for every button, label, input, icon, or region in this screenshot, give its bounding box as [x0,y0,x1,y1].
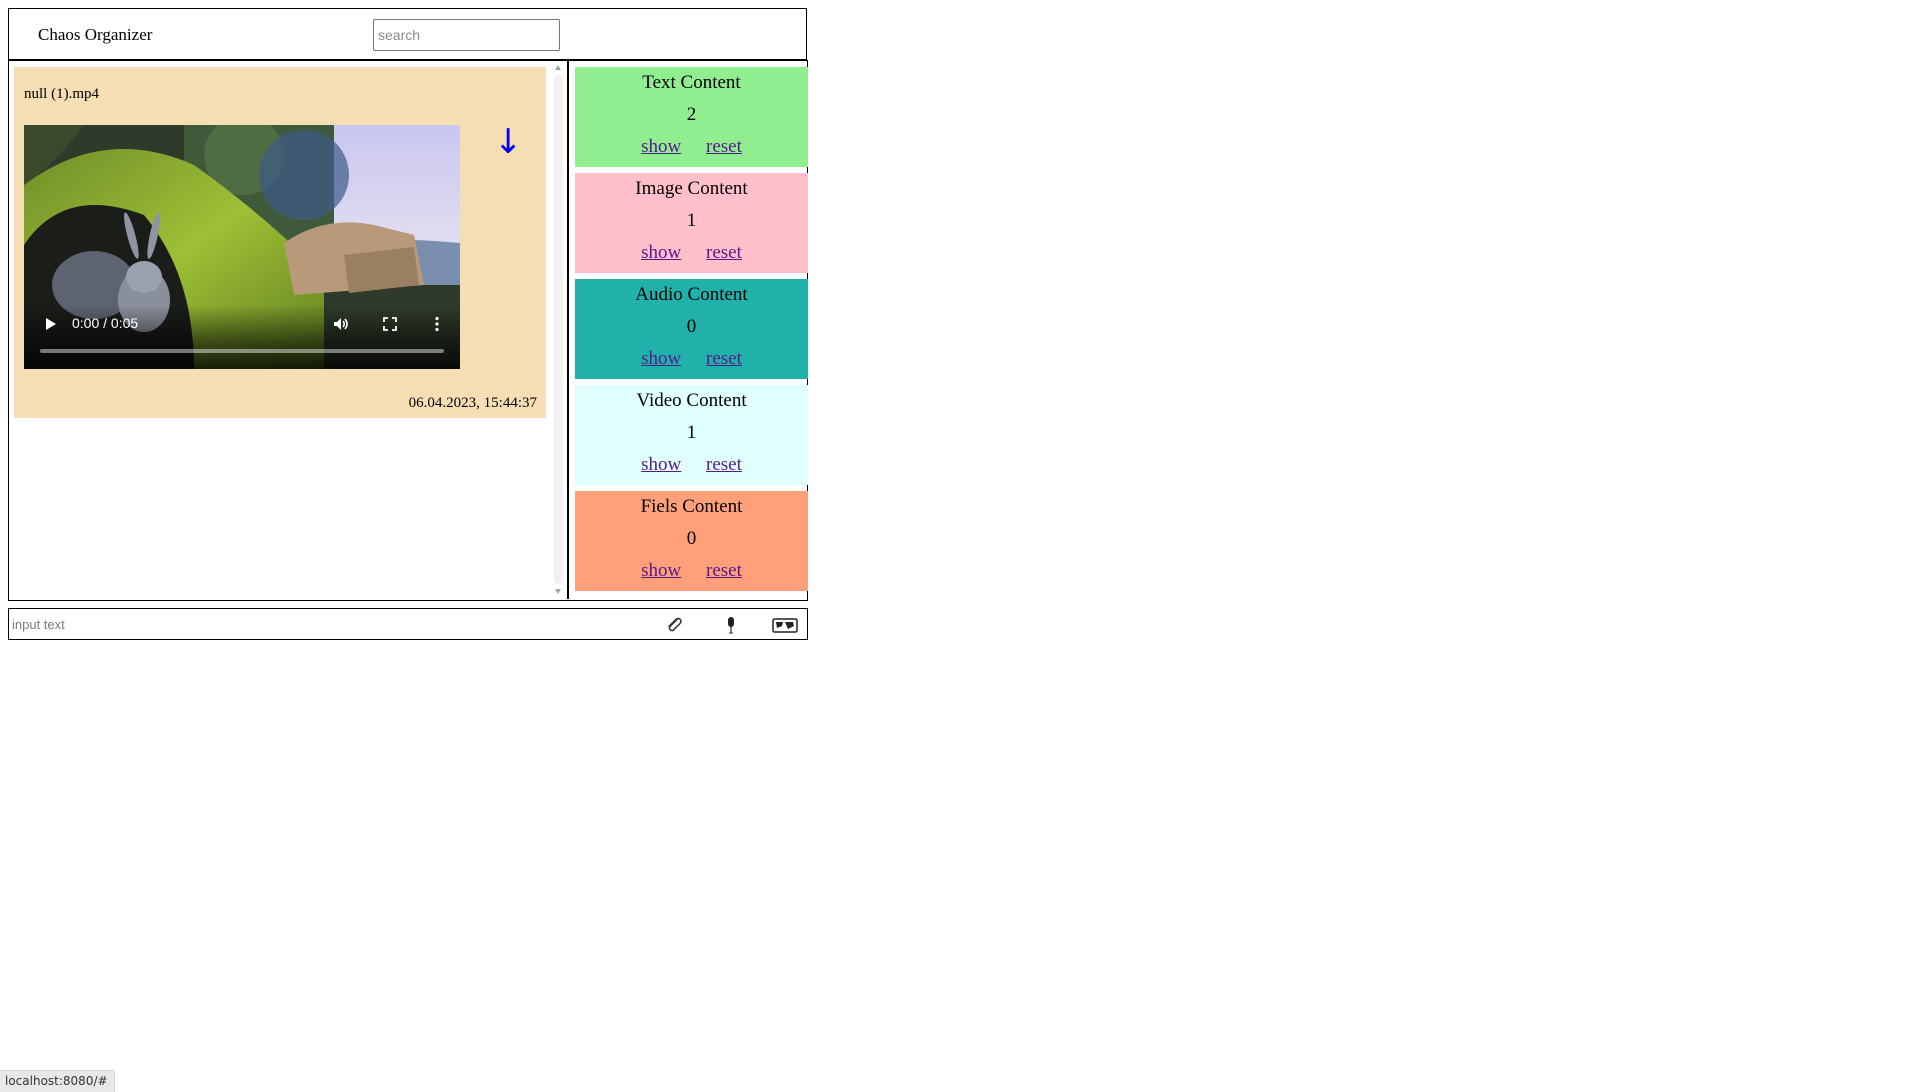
paperclip-icon[interactable] [663,614,685,636]
main-area: null (1).mp4 0:00 / 0:05 ↓ 06.04.2023, 1… [8,60,808,601]
scroll-down-icon[interactable] [555,589,561,594]
app-header: Chaos Organizer [8,8,807,60]
video-player[interactable]: 0:00 / 0:05 [24,125,460,369]
stat-title: Image Content [635,178,748,199]
scroll-up-icon[interactable] [555,65,561,70]
message-timestamp: 06.04.2023, 15:44:37 [408,395,537,411]
stat-card-text: Text Content 2 show reset [575,67,808,167]
message-card: null (1).mp4 0:00 / 0:05 ↓ 06.04.2023, 1… [14,67,546,418]
stat-title: Text Content [642,72,741,93]
stat-card-video: Video Content 1 show reset [575,385,808,485]
video-camera-icon[interactable] [771,614,799,636]
message-filename: null (1).mp4 [24,86,99,102]
search-input[interactable] [373,19,560,51]
message-feed[interactable]: null (1).mp4 0:00 / 0:05 ↓ 06.04.2023, 1… [9,61,565,599]
app-title: Chaos Organizer [38,25,153,44]
stat-card-files: Fiels Content 0 show reset [575,491,808,591]
stat-links: show reset [575,136,808,158]
show-text-link[interactable]: show [641,136,681,157]
play-icon[interactable] [42,316,58,332]
message-input[interactable] [10,611,650,637]
stat-count: 2 [686,104,697,125]
feed-scrollbar[interactable] [552,61,565,599]
reset-text-link[interactable]: reset [706,136,742,157]
fullscreen-icon[interactable] [381,315,399,333]
panel-divider [567,61,569,599]
video-controls: 0:00 / 0:05 [24,305,460,369]
more-options-icon[interactable] [428,315,446,333]
stat-links: show reset [575,348,808,370]
volume-icon[interactable] [332,315,350,333]
scroll-thumb[interactable] [554,75,563,584]
stat-links: show reset [575,454,808,476]
stat-title: Video Content [636,390,747,411]
stat-count: 0 [686,316,697,337]
stat-title: Audio Content [635,284,748,305]
show-video-link[interactable]: show [641,454,681,475]
stat-links: show reset [575,560,808,582]
stat-links: show reset [575,242,808,264]
show-image-link[interactable]: show [641,242,681,263]
video-progress-bar[interactable] [40,349,444,353]
stat-card-audio: Audio Content 0 show reset [575,279,808,379]
reset-video-link[interactable]: reset [706,454,742,475]
stat-count: 1 [686,422,697,443]
stat-card-image: Image Content 1 show reset [575,173,808,273]
stat-count: 1 [686,210,697,231]
stat-count: 0 [686,528,697,549]
stat-title: Fiels Content [640,496,743,517]
reset-image-link[interactable]: reset [706,242,742,263]
reset-files-link[interactable]: reset [706,560,742,581]
show-audio-link[interactable]: show [641,348,681,369]
message-input-bar [8,608,808,640]
browser-status-bar: localhost:8080/# [0,1070,115,1092]
show-files-link[interactable]: show [641,560,681,581]
reset-audio-link[interactable]: reset [706,348,742,369]
microphone-icon[interactable] [720,614,742,636]
download-arrow-icon[interactable]: ↓ [494,125,523,159]
video-time: 0:00 / 0:05 [72,315,139,331]
